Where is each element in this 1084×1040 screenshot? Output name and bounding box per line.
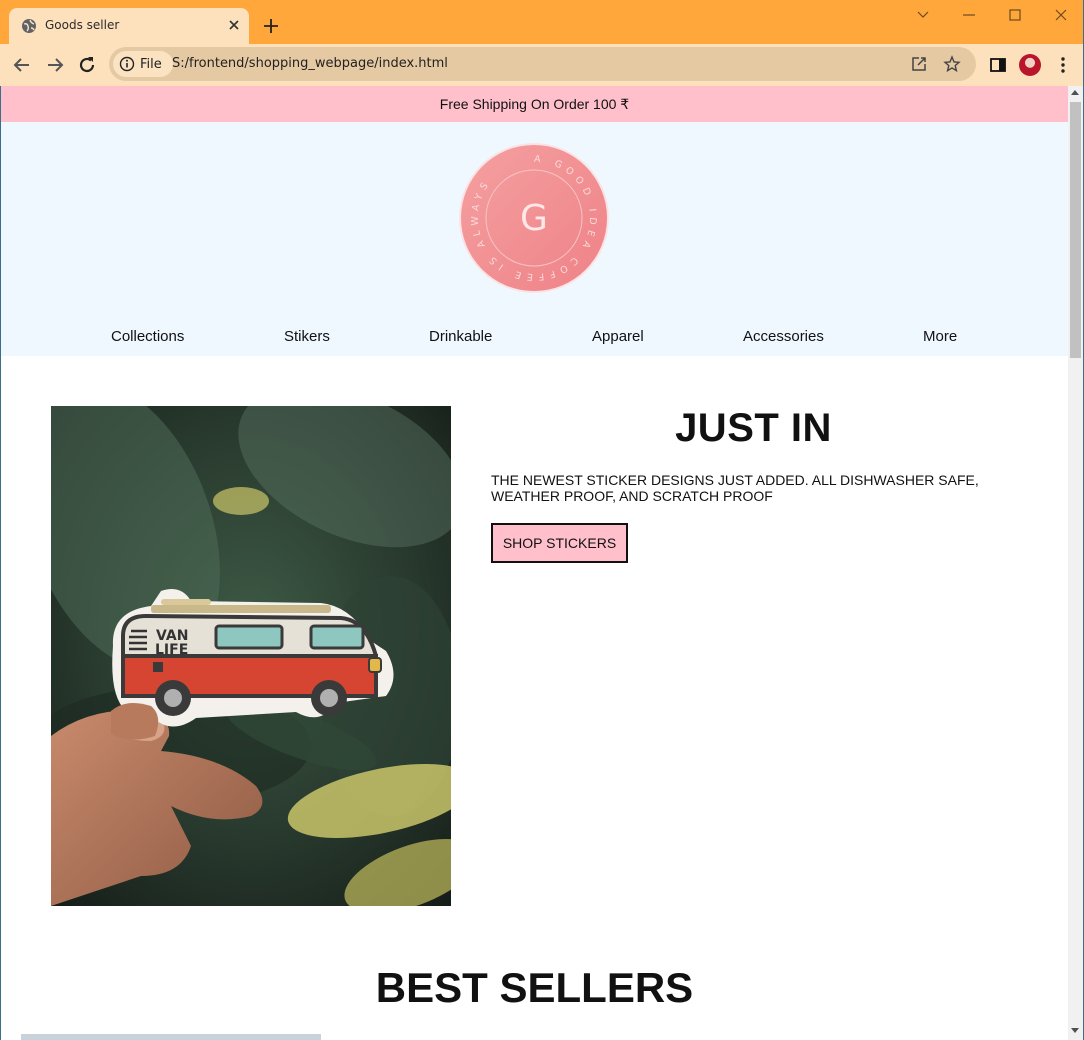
nav-item-collections[interactable]: Collections [111,328,184,345]
nav-item-drinkable[interactable]: Drinkable [429,328,492,345]
announcement-bar: Free Shipping On Order 100 ₹ [1,86,1068,122]
hero-image: VAN LIFE [51,406,451,906]
best-sellers-title: BEST SELLERS [375,964,694,1011]
url-text[interactable]: S:/frontend/shopping_webpage/index.html [172,56,448,71]
tab-title: Goods seller [45,18,120,32]
back-arrow-icon[interactable] [10,53,34,77]
site-header: A GOOD IDEA COFFEE IS ALWAYS G Collectio… [1,122,1068,356]
logo-letter: G [520,198,548,239]
info-icon [119,56,135,72]
page-scrollbar[interactable] [1068,86,1083,1040]
shop-stickers-button[interactable]: SHOP STICKERS [491,523,628,563]
best-seller-image-top [21,1034,321,1040]
address-bar[interactable]: File S:/frontend/shopping_webpage/index.… [109,47,976,81]
side-panel-icon[interactable] [988,55,1008,75]
page-viewport: Free Shipping On Order 100 ₹ A GOOD IDEA… [1,86,1068,1040]
main-nav: Collections Stikers Drinkable Apparel Ac… [1,328,1068,352]
site-info-chip[interactable]: File [113,51,173,77]
share-icon[interactable] [910,55,928,73]
scroll-up-arrow-icon[interactable] [1071,90,1079,95]
avatar[interactable] [1019,54,1041,76]
nav-item-more[interactable]: More [923,328,957,345]
nav-item-apparel[interactable]: Apparel [592,328,644,345]
svg-text:LIFE: LIFE [155,642,188,658]
window-border-left [0,86,1,1040]
plus-icon[interactable] [260,15,282,37]
scroll-thumb[interactable] [1070,102,1081,358]
browser-toolbar: File S:/frontend/shopping_webpage/index.… [0,44,1084,86]
hero-description: THE NEWEST STICKER DESIGNS JUST ADDED. A… [491,472,979,504]
globe-icon [22,19,36,33]
minimize-icon[interactable] [958,6,980,24]
star-icon[interactable] [943,55,961,73]
brand-logo[interactable]: A GOOD IDEA COFFEE IS ALWAYS G [458,142,610,294]
hero-title: JUST IN [675,406,832,450]
browser-titlebar: Goods seller [0,0,1084,44]
site-chip-label: File [140,57,162,72]
close-icon[interactable] [225,16,243,34]
window-close-icon[interactable] [1050,6,1072,24]
nav-item-stikers[interactable]: Stikers [284,328,330,345]
maximize-icon[interactable] [1004,6,1026,24]
chevron-down-icon[interactable] [912,6,934,24]
reload-icon[interactable] [75,53,99,77]
scroll-down-arrow-icon[interactable] [1071,1028,1079,1033]
browser-tab[interactable]: Goods seller [9,8,249,44]
nav-item-accessories[interactable]: Accessories [743,328,824,345]
forward-arrow-icon[interactable] [43,53,67,77]
kebab-menu-icon[interactable] [1053,55,1073,75]
